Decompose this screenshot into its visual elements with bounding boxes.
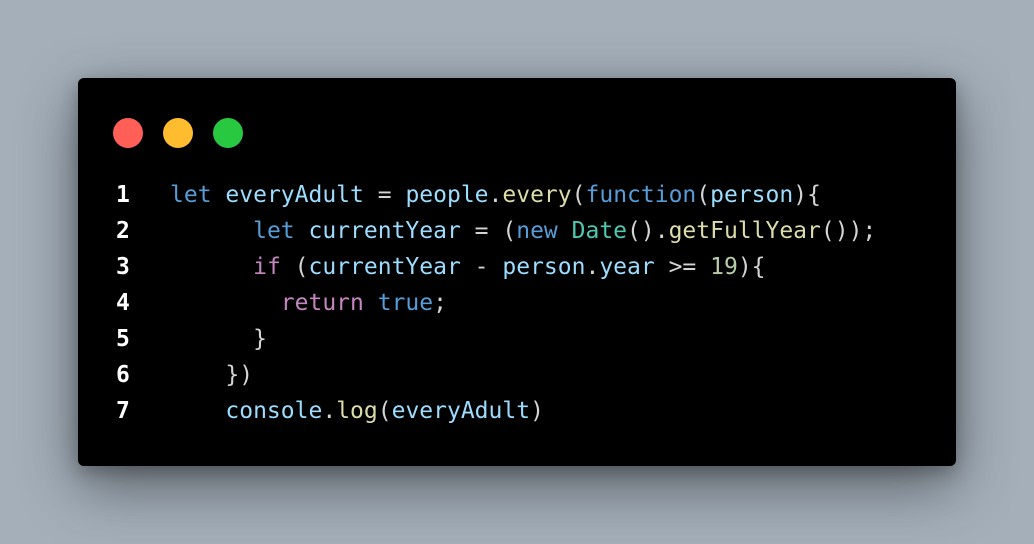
code-token: (	[377, 398, 392, 424]
code-token: })	[225, 362, 254, 388]
line-number: 3	[116, 254, 130, 280]
code-token: every	[502, 182, 572, 208]
code-line-content: return true;	[170, 285, 447, 321]
code-token: log	[336, 398, 378, 424]
code-token: Date	[571, 218, 628, 244]
code-editor: 1 let everyAdult = people.every(function(…	[78, 177, 956, 429]
code-line: 2 let currentYear = (new Date().getFullY…	[78, 213, 956, 249]
code-line-content: console.log(everyAdult)	[170, 393, 544, 429]
code-line: 4 return true;	[78, 285, 956, 321]
code-line-content: }	[170, 321, 267, 357]
code-line: 6 })	[78, 357, 956, 393]
code-token: everyAdult	[225, 182, 364, 208]
code-token: new	[516, 218, 558, 244]
code-token: person	[502, 254, 586, 280]
code-token: currentYear	[308, 254, 461, 280]
line-number: 4	[116, 290, 130, 316]
code-line: 3 if (currentYear - person.year >= 19){	[78, 249, 956, 285]
code-token: =	[363, 182, 406, 208]
code-line: 7 console.log(everyAdult)	[78, 393, 956, 429]
code-token: >=	[654, 254, 711, 280]
code-token: person	[710, 182, 794, 208]
code-token: function	[585, 182, 697, 208]
code-token: year	[599, 254, 655, 280]
code-token: 19	[710, 254, 738, 280]
code-line: 1 let everyAdult = people.every(function(…	[78, 177, 956, 213]
code-token: getFullYear	[668, 218, 821, 244]
close-window-button[interactable]	[113, 118, 143, 148]
code-token: }	[253, 326, 267, 352]
code-token: true	[377, 290, 434, 316]
code-token: let	[253, 218, 295, 244]
code-token: ());	[820, 218, 877, 244]
code-token: console	[225, 398, 323, 424]
maximize-window-button[interactable]	[213, 118, 243, 148]
code-token: .	[322, 398, 337, 424]
code-token: ){	[793, 182, 821, 208]
code-token: currentYear	[308, 218, 461, 244]
code-token: (	[280, 254, 309, 280]
code-line-content: if (currentYear - person.year >= 19){	[170, 249, 766, 285]
code-token: let	[170, 182, 212, 208]
code-token: ){	[737, 254, 766, 280]
code-window: 1 let everyAdult = people.every(function(…	[78, 78, 956, 466]
code-line-content: let everyAdult = people.every(function(p…	[170, 177, 821, 213]
line-number: 7	[116, 398, 130, 424]
code-token: -	[460, 254, 503, 280]
code-token: ;	[433, 290, 447, 316]
code-line: 5 }	[78, 321, 956, 357]
code-token: if	[253, 254, 281, 280]
code-token: ().	[627, 218, 669, 244]
code-token: )	[530, 398, 544, 424]
minimize-window-button[interactable]	[163, 118, 193, 148]
line-number: 5	[116, 326, 130, 352]
code-token: (	[696, 182, 711, 208]
code-token: return	[280, 290, 364, 316]
code-token: .	[585, 254, 600, 280]
code-token: people	[405, 182, 489, 208]
line-number: 2	[116, 218, 130, 244]
code-token: (	[571, 182, 586, 208]
line-number: 1	[116, 182, 130, 208]
code-token: = (	[460, 218, 517, 244]
code-token: .	[488, 182, 503, 208]
code-line-content: let currentYear = (new Date().getFullYea…	[170, 213, 876, 249]
line-number: 6	[116, 362, 130, 388]
code-line-content: })	[170, 357, 253, 393]
code-token: everyAdult	[391, 398, 531, 424]
